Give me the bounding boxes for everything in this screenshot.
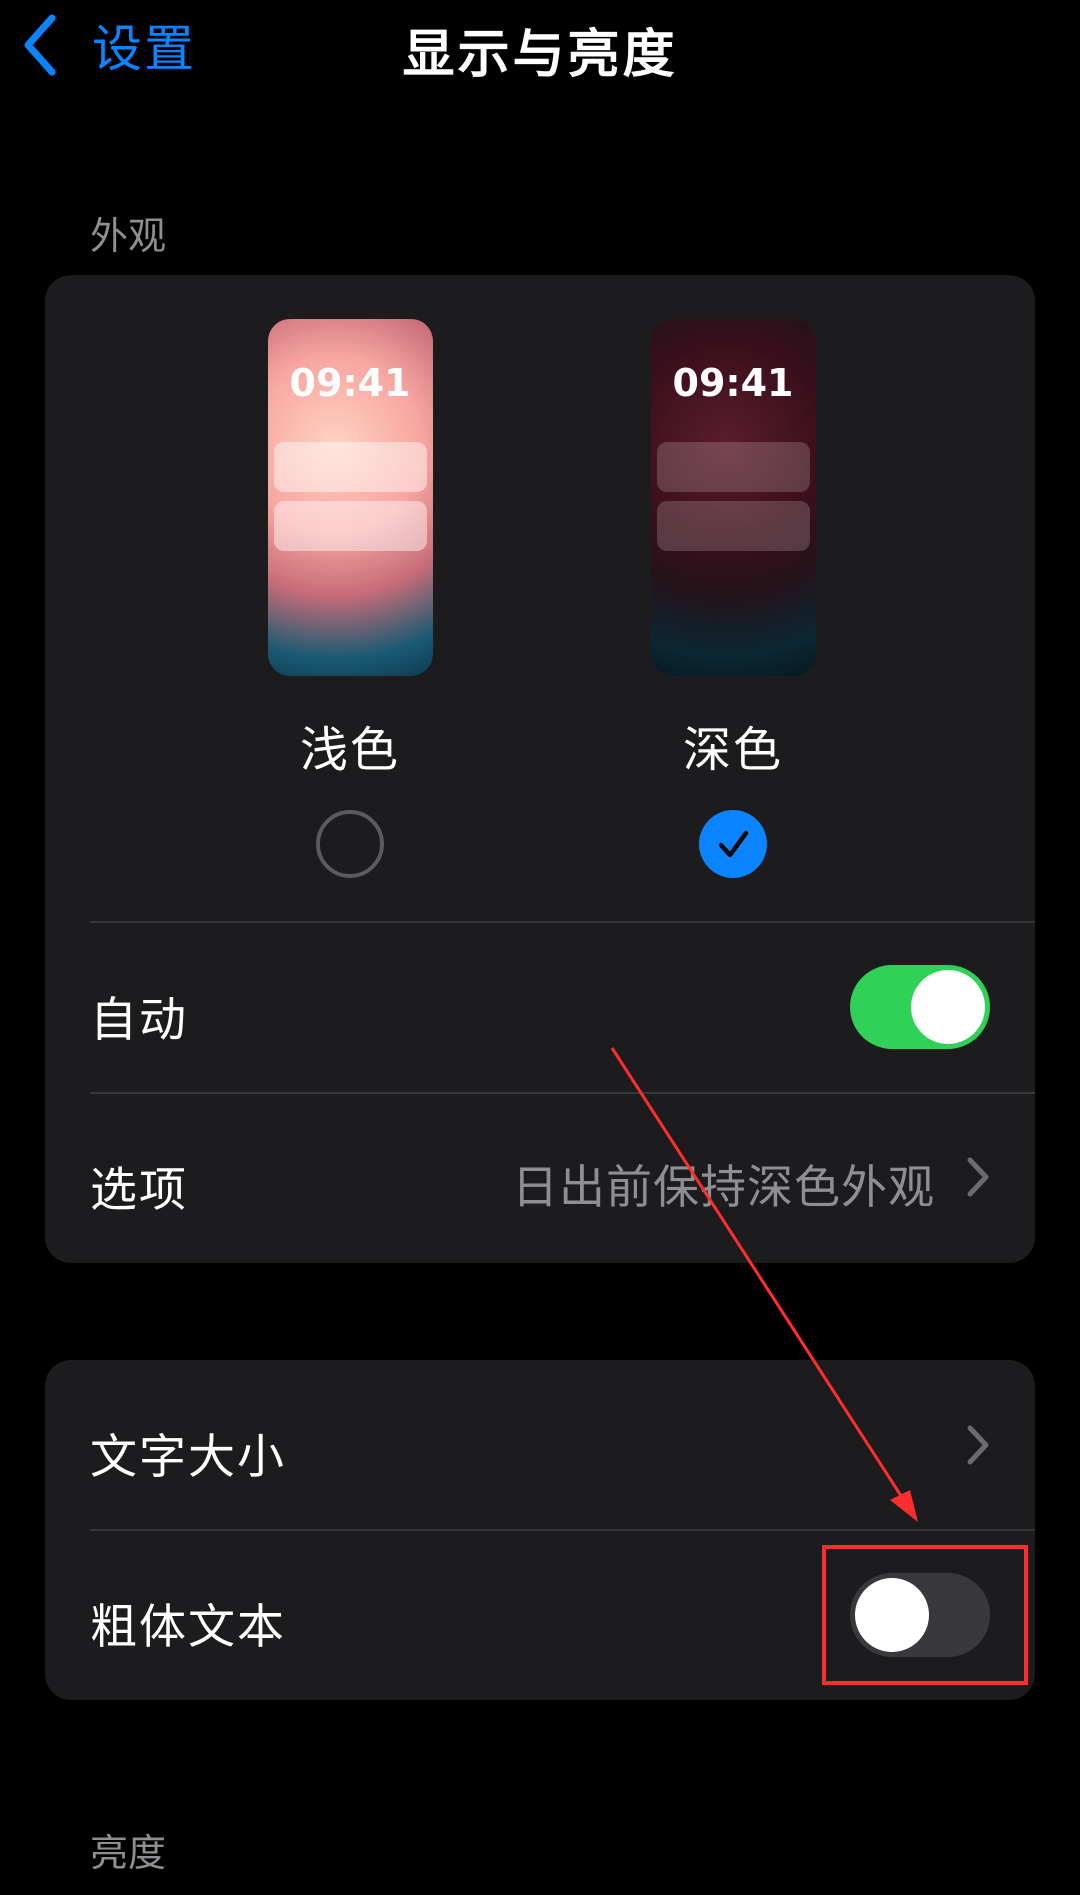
dark-mode-option[interactable]: 09:41 深色 <box>648 319 818 878</box>
preview-widget <box>656 442 810 492</box>
auto-row: 自动 <box>45 923 1035 1093</box>
light-mode-radio[interactable] <box>316 810 384 878</box>
preview-time: 09:41 <box>672 361 794 405</box>
page-title: 显示与亮度 <box>402 25 678 85</box>
chevron-right-icon <box>967 1157 989 1197</box>
dark-mode-preview: 09:41 <box>650 319 816 676</box>
preview-widget <box>273 501 427 551</box>
dark-mode-label: 深色 <box>682 722 783 778</box>
dark-mode-radio[interactable] <box>699 810 767 878</box>
chevron-right-icon <box>967 1425 989 1465</box>
options-value: 日出前保持深色外观 <box>512 1160 935 1214</box>
light-mode-preview: 09:41 <box>267 319 433 676</box>
auto-label: 自动 <box>90 993 188 1048</box>
light-mode-option[interactable]: 09:41 浅色 <box>265 319 435 878</box>
text-size-row[interactable]: 文字大小 <box>45 1360 1035 1530</box>
highlight-box <box>822 1545 1028 1685</box>
preview-time: 09:41 <box>289 361 411 405</box>
preview-widget <box>273 442 427 492</box>
options-row[interactable]: 选项 日出前保持深色外观 <box>45 1094 1035 1263</box>
options-label: 选项 <box>90 1163 188 1218</box>
navigation-bar: 设置 显示与亮度 <box>0 0 1080 90</box>
brightness-header: 亮度 <box>90 1831 167 1875</box>
light-mode-label: 浅色 <box>299 722 400 778</box>
bold-text-label: 粗体文本 <box>90 1600 286 1655</box>
preview-widget <box>656 501 810 551</box>
appearance-header: 外观 <box>90 214 167 258</box>
text-size-label: 文字大小 <box>90 1430 286 1485</box>
toggle-knob <box>911 970 985 1044</box>
auto-toggle[interactable] <box>850 965 990 1049</box>
appearance-group: 09:41 浅色 09:41 深色 自动 选项 日出前保持深色外观 <box>45 275 1035 1263</box>
checkmark-icon <box>718 830 749 858</box>
